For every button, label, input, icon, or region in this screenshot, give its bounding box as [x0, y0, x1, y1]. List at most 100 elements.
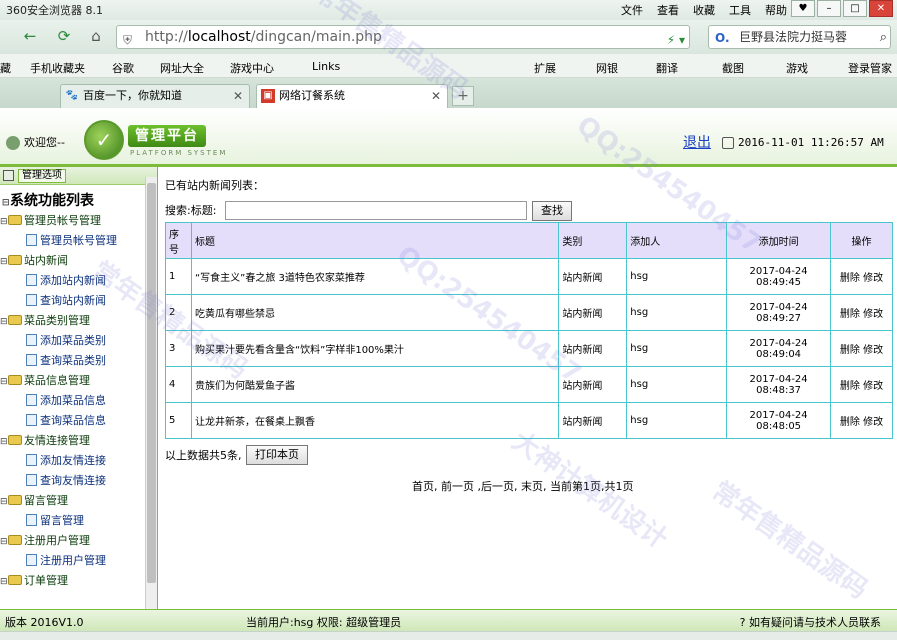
- toolbar-screenshot[interactable]: 截图: [722, 60, 744, 76]
- cell-no: 2: [165, 294, 192, 331]
- maximize-button[interactable]: □: [843, 0, 867, 17]
- current-user-text: 当前用户:hsg 权限: 超级管理员: [246, 616, 402, 629]
- url-input[interactable]: ⛨ http://localhost/dingcan/main.php ⚡ ▾: [116, 25, 690, 49]
- scrollbar-thumb[interactable]: [147, 183, 156, 583]
- table-row: 3 购买果汁要先看含量含“饮料”字样非100%果汁 站内新闻 hsg 2017-…: [165, 330, 893, 367]
- close-tab-icon[interactable]: ✕: [233, 85, 243, 107]
- tree-item-query-news[interactable]: 查询站内新闻: [0, 291, 145, 311]
- fav-collect[interactable]: 藏: [0, 60, 11, 76]
- title-search-input[interactable]: [225, 201, 527, 220]
- tree-item-add-friend-link[interactable]: 添加友情连接: [0, 451, 145, 471]
- tab-baidu[interactable]: 🐾 百度一下，你就知道 ✕: [60, 84, 250, 108]
- toolbar-bank[interactable]: 网银: [596, 60, 618, 76]
- search-label: 搜索:标题:: [165, 204, 217, 217]
- search-button[interactable]: 查找: [532, 201, 572, 221]
- tree-group-registered-users[interactable]: ⊟ 注册用户管理: [0, 531, 145, 551]
- tree-item-registered-users[interactable]: 注册用户管理: [0, 551, 145, 571]
- cell-actions: 删除 修改: [830, 366, 893, 403]
- search-icon[interactable]: ⌕: [880, 27, 887, 48]
- tree-item-admin-account[interactable]: 管理员帐号管理: [0, 231, 145, 251]
- version-text: 版本 2016V1.0: [5, 616, 84, 629]
- page-icon: [26, 274, 37, 286]
- url-action-icons[interactable]: ⚡ ▾: [667, 29, 685, 51]
- tree-item-add-dish-info[interactable]: 添加菜品信息: [0, 391, 145, 411]
- tree-group-dish-info[interactable]: ⊟ 菜品信息管理: [0, 371, 145, 391]
- cell-category: 站内新闻: [558, 402, 628, 439]
- browser-titlebar: 360安全浏览器 8.1 文件 查看 收藏 工具 帮助 ♥ – □ ✕: [0, 0, 897, 20]
- edit-link[interactable]: 修改: [863, 345, 883, 356]
- help-text: ? 如有疑问请与技术人员联系: [739, 616, 881, 629]
- menu-tools[interactable]: 工具: [729, 2, 751, 18]
- browser-title: 360安全浏览器 8.1: [6, 4, 103, 17]
- fav-games[interactable]: 游戏中心: [230, 60, 274, 76]
- new-tab-button[interactable]: +: [452, 86, 474, 106]
- close-window-button[interactable]: ✕: [869, 0, 893, 17]
- toolbar-extensions[interactable]: 扩展: [534, 60, 556, 76]
- tree-group-admin-account[interactable]: ⊟ 管理员帐号管理: [0, 211, 145, 231]
- edit-link[interactable]: 修改: [863, 273, 883, 284]
- cell-actions: 删除 修改: [830, 330, 893, 367]
- print-button[interactable]: 打印本页: [246, 445, 308, 465]
- tree-group-dish-category[interactable]: ⊟ 菜品类别管理: [0, 311, 145, 331]
- menu-help[interactable]: 帮助: [765, 2, 787, 18]
- delete-link[interactable]: 删除: [840, 381, 860, 392]
- browser-menu: 文件 查看 收藏 工具 帮助: [621, 2, 787, 18]
- cell-title: 吃黄瓜有哪些禁忌: [190, 294, 560, 331]
- back-icon[interactable]: ←: [18, 25, 42, 49]
- table-row: 4 贵族们为何酷爱鱼子酱 站内新闻 hsg 2017-04-24 08:48:37…: [165, 366, 893, 403]
- delete-link[interactable]: 删除: [840, 417, 860, 428]
- folder-icon: [8, 535, 22, 545]
- page-icon: [26, 354, 37, 366]
- delete-link[interactable]: 删除: [840, 273, 860, 284]
- tree-group-orders[interactable]: ⊟ 订单管理: [0, 571, 145, 591]
- table-row: 1 “写食主义”春之旅 3道特色农家菜推荐 站内新闻 hsg 2017-04-2…: [165, 258, 893, 295]
- pagination[interactable]: 首页, 前一页 ,后一页, 末页, 当前第1页,共1页: [412, 478, 633, 494]
- toolbar-games[interactable]: 游戏: [786, 60, 808, 76]
- tree-group-friend-links[interactable]: ⊟ 友情连接管理: [0, 431, 145, 451]
- tree-item-add-dish-category[interactable]: 添加菜品类别: [0, 331, 145, 351]
- refresh-icon[interactable]: ⟳: [52, 25, 76, 49]
- search-input[interactable]: O. 巨野县法院力挺马蓉 ⌕: [708, 25, 891, 49]
- menu-favorites[interactable]: 收藏: [693, 2, 715, 18]
- fav-mobile[interactable]: 手机收藏夹: [30, 60, 85, 76]
- cell-no: 1: [165, 258, 192, 295]
- sidebar-tab[interactable]: 管理选项: [18, 169, 66, 183]
- cell-category: 站内新闻: [558, 294, 628, 331]
- browser-statusbar: [0, 631, 897, 640]
- tree-item-messages[interactable]: 留言管理: [0, 511, 145, 531]
- tree-item-query-friend-link[interactable]: 查询友情连接: [0, 471, 145, 491]
- edit-link[interactable]: 修改: [863, 417, 883, 428]
- tree-item-add-news[interactable]: 添加站内新闻: [0, 271, 145, 291]
- tab-ordering-system[interactable]: ▣ 网络订餐系统 ✕: [256, 84, 448, 108]
- fav-google[interactable]: 谷歌: [112, 60, 134, 76]
- edit-link[interactable]: 修改: [863, 381, 883, 392]
- fav-links[interactable]: Links: [312, 60, 340, 73]
- logout-link[interactable]: 退出: [683, 132, 711, 152]
- fav-directory[interactable]: 网址大全: [160, 60, 204, 76]
- sidebar-scrollbar[interactable]: [145, 177, 157, 609]
- folder-icon: [8, 495, 22, 505]
- cell-author: hsg: [626, 330, 728, 367]
- tree-group-messages[interactable]: ⊟ 留言管理: [0, 491, 145, 511]
- search-engine-icon[interactable]: O.: [715, 27, 730, 48]
- tree-item-query-dish-category[interactable]: 查询菜品类别: [0, 351, 145, 371]
- minimize-button[interactable]: –: [817, 0, 841, 17]
- close-tab-icon[interactable]: ✕: [431, 85, 441, 107]
- tree-item-query-dish-info[interactable]: 查询菜品信息: [0, 411, 145, 431]
- menu-view[interactable]: 查看: [657, 2, 679, 18]
- tree-group-news[interactable]: ⊟ 站内新闻: [0, 251, 145, 271]
- logo-icon: ✓: [84, 120, 124, 160]
- toolbar-translate[interactable]: 翻译: [656, 60, 678, 76]
- skin-icon[interactable]: ♥: [791, 0, 815, 17]
- edit-link[interactable]: 修改: [863, 309, 883, 320]
- cell-category: 站内新闻: [558, 366, 628, 403]
- menu-file[interactable]: 文件: [621, 2, 643, 18]
- cell-author: hsg: [626, 366, 728, 403]
- sidebar-header: 管理选项: [0, 167, 157, 185]
- record-summary: 以上数据共5条,: [165, 449, 242, 462]
- toolbar-login[interactable]: 登录管家: [848, 60, 892, 76]
- delete-link[interactable]: 删除: [840, 345, 860, 356]
- home-icon[interactable]: ⌂: [84, 25, 108, 49]
- shield-icon: ⛨: [123, 33, 133, 47]
- delete-link[interactable]: 删除: [840, 309, 860, 320]
